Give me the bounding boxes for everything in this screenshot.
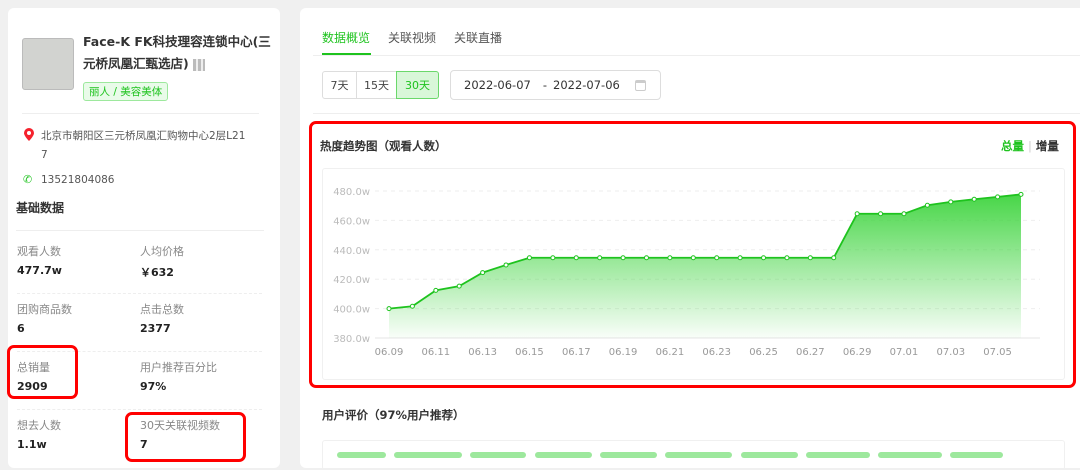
- review-tag[interactable]: [878, 452, 942, 458]
- review-tag[interactable]: [394, 452, 462, 458]
- review-tag[interactable]: [535, 452, 592, 458]
- review-title: 用户评价（97%用户推荐）: [322, 408, 465, 422]
- review-tag[interactable]: [665, 452, 732, 458]
- review-tag[interactable]: [470, 452, 526, 458]
- review-tag[interactable]: [806, 452, 870, 458]
- review-tag[interactable]: [741, 452, 798, 458]
- review-tag[interactable]: [950, 452, 1003, 458]
- review-tag[interactable]: [600, 452, 657, 458]
- review-tag[interactable]: [337, 452, 386, 458]
- highlight-chart: [309, 121, 1076, 388]
